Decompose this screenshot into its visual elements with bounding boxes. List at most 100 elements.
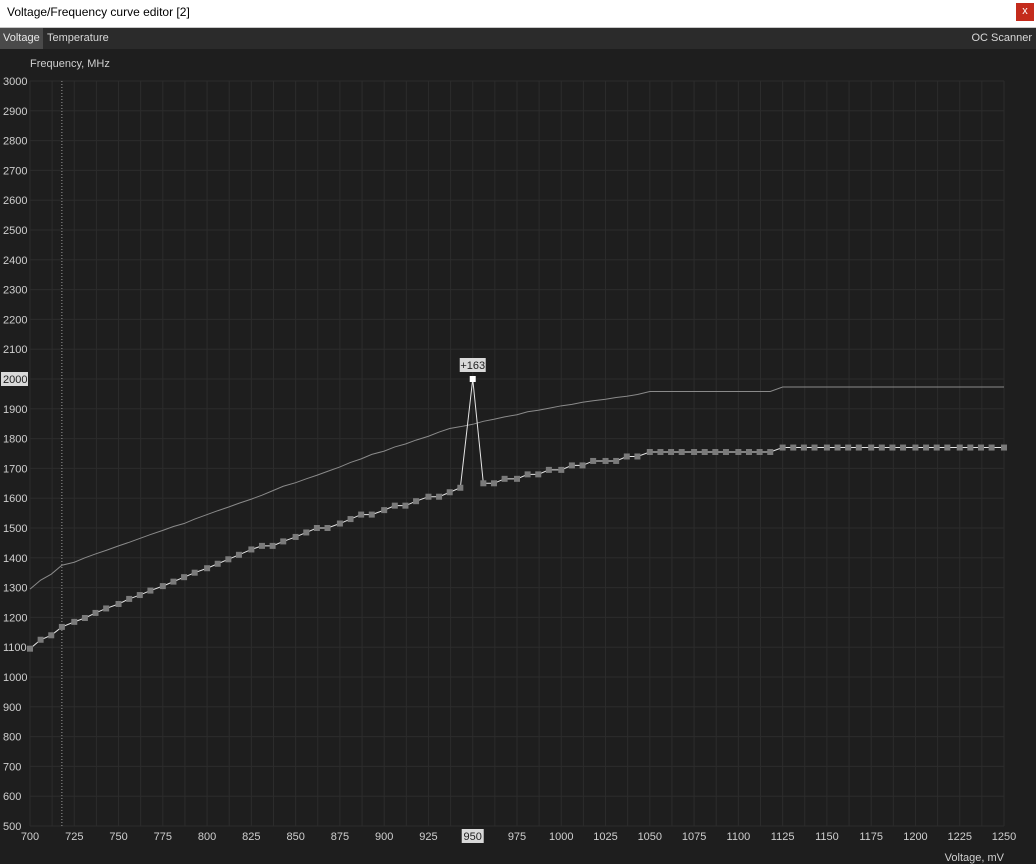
vf-point[interactable] <box>147 587 154 594</box>
vf-point[interactable] <box>712 449 719 456</box>
close-button[interactable]: x <box>1016 3 1034 21</box>
vf-point[interactable] <box>855 444 862 451</box>
vf-point[interactable] <box>347 516 354 523</box>
vf-point[interactable] <box>568 462 575 469</box>
vf-point[interactable] <box>225 556 232 563</box>
vf-point[interactable] <box>811 444 818 451</box>
vf-point[interactable] <box>248 546 255 553</box>
vf-point[interactable] <box>425 493 432 500</box>
vf-point[interactable] <box>878 444 885 451</box>
vf-point[interactable] <box>745 449 752 456</box>
vf-point[interactable] <box>191 569 198 576</box>
vf-point[interactable] <box>988 444 995 451</box>
vf-point[interactable] <box>436 493 443 500</box>
vf-point[interactable] <box>92 609 99 616</box>
vf-point[interactable] <box>258 542 265 549</box>
tab-temperature[interactable]: Temperature <box>44 28 112 49</box>
vf-point[interactable] <box>37 636 44 643</box>
vf-point[interactable] <box>668 449 675 456</box>
x-tick-label: 1100 <box>727 831 751 843</box>
vf-point[interactable] <box>358 511 365 518</box>
vf-point[interactable] <box>501 475 508 482</box>
vf-point[interactable] <box>967 444 974 451</box>
vf-point[interactable] <box>691 449 698 456</box>
vf-point[interactable] <box>735 449 742 456</box>
vf-point[interactable] <box>336 520 343 527</box>
vf-point[interactable] <box>834 444 841 451</box>
y-tick-label: 1100 <box>3 642 27 654</box>
vf-point[interactable] <box>701 449 708 456</box>
vf-point[interactable] <box>868 444 875 451</box>
vf-point[interactable] <box>81 614 88 621</box>
vf-point[interactable] <box>269 542 276 549</box>
vf-point[interactable] <box>126 595 133 602</box>
vf-point[interactable] <box>181 574 188 581</box>
tab-voltage[interactable]: Voltage <box>0 28 43 49</box>
vf-point[interactable] <box>623 453 630 460</box>
vf-point[interactable] <box>923 444 930 451</box>
vf-point[interactable] <box>27 645 33 652</box>
vf-point[interactable] <box>912 444 919 451</box>
vf-point[interactable] <box>790 444 797 451</box>
vf-point[interactable] <box>646 449 653 456</box>
vf-point[interactable] <box>977 444 984 451</box>
vf-point[interactable] <box>767 449 774 456</box>
vf-point[interactable] <box>590 457 597 464</box>
vf-point[interactable] <box>159 583 166 590</box>
vf-point[interactable] <box>800 444 807 451</box>
vf-point[interactable] <box>722 449 729 456</box>
vf-point[interactable] <box>613 457 620 464</box>
vf-point[interactable] <box>933 444 940 451</box>
vf-point[interactable] <box>204 565 211 572</box>
x-tick-label: 875 <box>331 831 349 843</box>
vf-point[interactable] <box>103 605 110 612</box>
vf-point[interactable] <box>1001 444 1007 451</box>
vf-point[interactable] <box>889 444 896 451</box>
vf-point[interactable] <box>457 484 464 491</box>
vf-point[interactable] <box>402 502 409 509</box>
vf-point[interactable] <box>170 578 177 585</box>
vf-point[interactable] <box>313 525 320 531</box>
vf-point[interactable] <box>446 489 453 496</box>
vf-point[interactable] <box>280 538 287 545</box>
vf-point[interactable] <box>303 529 310 536</box>
selected-vf-point[interactable] <box>469 376 476 382</box>
vf-point[interactable] <box>292 533 299 540</box>
vf-point[interactable] <box>48 632 55 639</box>
vf-point[interactable] <box>136 592 143 599</box>
vf-point[interactable] <box>678 449 685 456</box>
vf-point[interactable] <box>391 502 398 509</box>
vf-point[interactable] <box>779 444 786 451</box>
vf-point[interactable] <box>756 449 763 456</box>
vf-point[interactable] <box>71 618 78 625</box>
vf-point[interactable] <box>214 560 221 567</box>
vf-point[interactable] <box>579 462 586 469</box>
vf-point[interactable] <box>545 466 552 473</box>
vf-point[interactable] <box>115 600 122 607</box>
vf-point[interactable] <box>480 480 487 487</box>
oc-scanner-button[interactable]: OC Scanner <box>971 28 1032 49</box>
vf-point[interactable] <box>845 444 852 451</box>
vf-point[interactable] <box>58 623 65 630</box>
vf-point[interactable] <box>381 507 388 514</box>
vf-point[interactable] <box>514 475 520 482</box>
vf-point[interactable] <box>944 444 951 451</box>
vf-point[interactable] <box>657 449 664 456</box>
vf-point[interactable] <box>368 511 375 518</box>
vf-point[interactable] <box>535 471 542 478</box>
x-tick-labels: 700 725 750 775 800 825 850 875 900 925 950 975 1000… <box>21 829 1016 843</box>
vf-point[interactable] <box>235 551 242 558</box>
vf-point[interactable] <box>956 444 963 451</box>
vf-curve-chart[interactable]: Frequency, MHz Voltage, mV 500 600 700 800 9… <box>0 49 1036 864</box>
vf-point[interactable] <box>413 498 420 505</box>
vf-point[interactable] <box>490 480 497 487</box>
vf-point[interactable] <box>900 444 907 451</box>
vf-point[interactable] <box>324 525 331 531</box>
vf-point[interactable] <box>524 471 531 478</box>
vf-point[interactable] <box>823 444 830 451</box>
vf-point[interactable] <box>558 466 565 473</box>
x-tick-label: 900 <box>375 831 393 843</box>
x-tick-label: 800 <box>198 831 216 843</box>
vf-point[interactable] <box>602 457 609 464</box>
vf-point[interactable] <box>634 453 641 460</box>
